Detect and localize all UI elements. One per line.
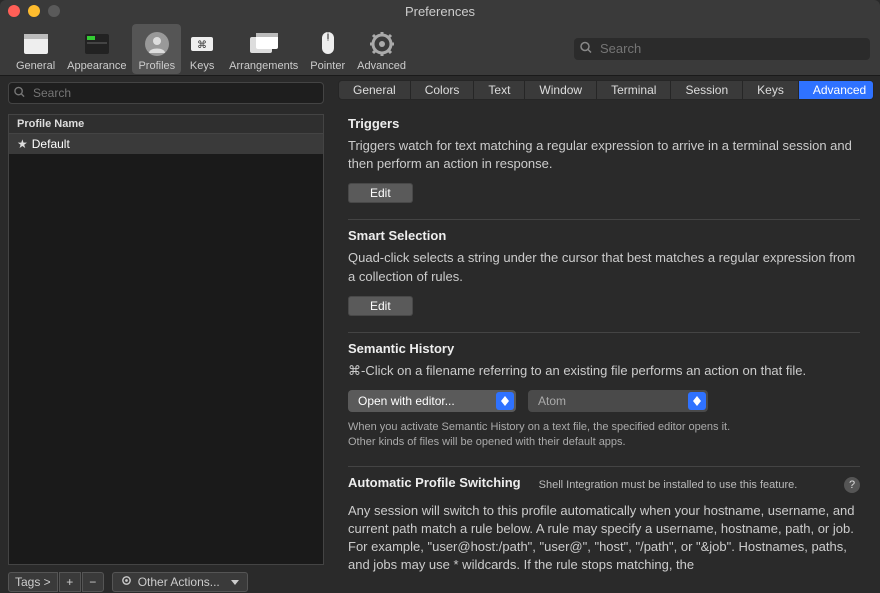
section-title: Triggers [348, 116, 860, 131]
section-title: Smart Selection [348, 228, 860, 243]
section-triggers: Triggers Triggers watch for text matchin… [348, 108, 860, 220]
section-title: Semantic History [348, 341, 860, 356]
chevron-down-icon [231, 575, 239, 589]
toolbar-search [574, 38, 870, 60]
remove-profile-button[interactable]: − [82, 572, 104, 592]
tags-button[interactable]: Tags > [8, 572, 58, 592]
keys-icon: ⌘ [187, 30, 217, 58]
appearance-icon [82, 30, 112, 58]
semantic-action-select[interactable]: Open with editor... [348, 390, 516, 412]
toolbar-item-general[interactable]: General [10, 24, 61, 74]
search-icon [14, 86, 25, 101]
help-button[interactable]: ? [844, 477, 860, 493]
other-actions-label: Other Actions... [138, 575, 220, 589]
minimize-window-button[interactable] [28, 5, 40, 17]
tab-terminal[interactable]: Terminal [597, 81, 671, 99]
toolbar-search-input[interactable] [574, 38, 870, 60]
toolbar-item-advanced[interactable]: Advanced [351, 24, 412, 74]
toolbar-item-arrangements[interactable]: Arrangements [223, 24, 304, 74]
window-title: Preferences [405, 4, 475, 19]
section-desc: Any session will switch to this profile … [348, 502, 860, 575]
section-smart-selection: Smart Selection Quad-click selects a str… [348, 220, 860, 332]
select-value: Atom [538, 394, 566, 408]
select-value: Open with editor... [358, 394, 455, 408]
profile-tabs: General Colors Text Window Terminal Sess… [338, 80, 874, 100]
zoom-window-button[interactable] [48, 5, 60, 17]
section-desc: Triggers watch for text matching a regul… [348, 137, 860, 173]
profile-list[interactable]: Profile Name ★ Default [8, 114, 324, 565]
other-actions-menu[interactable]: Other Actions... [112, 572, 248, 592]
tab-text[interactable]: Text [474, 81, 525, 99]
edit-smart-selection-button[interactable]: Edit [348, 296, 413, 316]
tab-window[interactable]: Window [525, 81, 597, 99]
profile-name: Default [32, 137, 70, 151]
tab-advanced[interactable]: Advanced [799, 81, 874, 99]
section-automatic-profile-switching: Automatic Profile Switching Shell Integr… [348, 467, 860, 593]
tab-general[interactable]: General [339, 81, 411, 99]
tab-session[interactable]: Session [671, 81, 743, 99]
profile-list-header: Profile Name [9, 115, 323, 134]
add-profile-button[interactable]: + [59, 572, 81, 592]
toolbar-label: Keys [190, 60, 214, 72]
pointer-icon [313, 30, 343, 58]
aps-note: Shell Integration must be installed to u… [539, 479, 798, 491]
gear-icon [121, 575, 132, 589]
toolbar-label: Profiles [138, 60, 175, 72]
gear-icon [367, 30, 397, 58]
search-icon [580, 41, 592, 56]
select-arrows-icon [496, 392, 514, 410]
select-arrows-icon [688, 392, 706, 410]
profile-search-input[interactable] [8, 82, 324, 104]
profiles-icon [142, 30, 172, 58]
tab-keys[interactable]: Keys [743, 81, 799, 99]
toolbar: General Appearance Profiles ⌘ Keys Arran… [0, 22, 880, 76]
toolbar-label: Arrangements [229, 60, 298, 72]
profile-row[interactable]: ★ Default [9, 134, 323, 154]
general-icon [21, 30, 51, 58]
toolbar-item-profiles[interactable]: Profiles [132, 24, 181, 74]
toolbar-label: Pointer [310, 60, 345, 72]
toolbar-item-pointer[interactable]: Pointer [304, 24, 351, 74]
section-title: Automatic Profile Switching [348, 475, 521, 490]
svg-text:⌘: ⌘ [197, 40, 207, 51]
toolbar-item-appearance[interactable]: Appearance [61, 24, 132, 74]
star-icon: ★ [17, 137, 28, 151]
semantic-hint: When you activate Semantic History on a … [348, 420, 860, 450]
toolbar-label: General [16, 60, 55, 72]
section-desc: ⌘-Click on a filename referring to an ex… [348, 362, 860, 380]
semantic-editor-select[interactable]: Atom [528, 390, 708, 412]
toolbar-label: Advanced [357, 60, 406, 72]
settings-content[interactable]: Triggers Triggers watch for text matchin… [338, 108, 874, 593]
sidebar: Profile Name ★ Default Tags > + − Other … [0, 76, 332, 593]
section-desc: Quad-click selects a string under the cu… [348, 249, 860, 285]
tab-colors[interactable]: Colors [411, 81, 475, 99]
toolbar-label: Appearance [67, 60, 126, 72]
section-semantic-history: Semantic History ⌘-Click on a filename r… [348, 333, 860, 467]
close-window-button[interactable] [8, 5, 20, 17]
toolbar-item-keys[interactable]: ⌘ Keys [181, 24, 223, 74]
edit-triggers-button[interactable]: Edit [348, 183, 413, 203]
window-titlebar: Preferences [0, 0, 880, 22]
arrangements-icon [249, 30, 279, 58]
traffic-lights [8, 5, 60, 17]
